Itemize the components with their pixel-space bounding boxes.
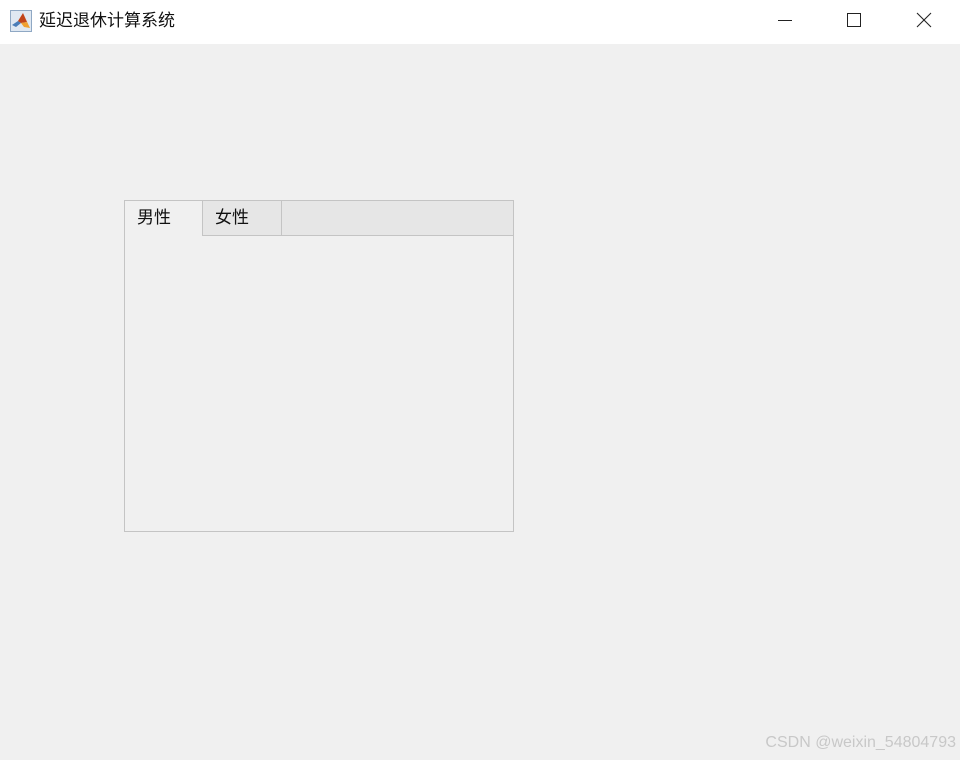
watermark: CSDN @weixin_54804793 [765,734,956,751]
maximize-button[interactable] [819,0,889,44]
minimize-button[interactable] [750,0,820,44]
maximize-icon [846,12,862,32]
tab-male[interactable]: 男性 [125,201,203,236]
app-window: 延迟退休计算系统 男性 女性 CSDN @weixin_54804793 [0,0,960,760]
tab-female-label: 女性 [215,208,249,228]
tab-male-label: 男性 [137,208,171,228]
tab-group: 男性 女性 [124,200,514,532]
title-bar[interactable]: 延迟退休计算系统 [0,0,960,44]
matlab-logo-icon [10,10,32,32]
tab-content-panel [125,236,513,531]
window-title: 延迟退休计算系统 [39,11,175,31]
tab-female[interactable]: 女性 [203,201,282,236]
close-icon [916,12,932,32]
minimize-icon [777,12,793,32]
close-button[interactable] [889,0,959,44]
